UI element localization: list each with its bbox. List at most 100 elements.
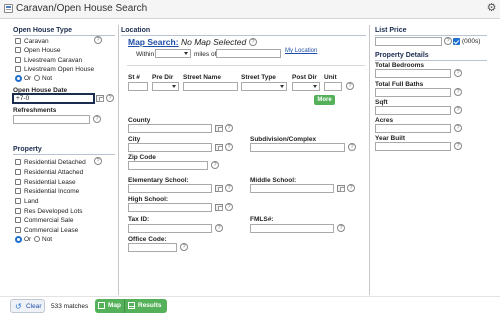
checkbox-residential-lease[interactable] xyxy=(15,179,21,185)
total-bedrooms-input[interactable] xyxy=(375,69,451,78)
street-name-input[interactable] xyxy=(183,82,238,91)
checkbox-open-house[interactable] xyxy=(15,47,21,53)
tax-id-input[interactable] xyxy=(128,224,212,233)
option-label: Residential Income xyxy=(24,188,80,195)
radio-not[interactable] xyxy=(34,75,40,81)
radio-or[interactable] xyxy=(15,236,22,243)
miles-of-input[interactable] xyxy=(216,49,281,58)
help-icon[interactable]: ? xyxy=(94,36,102,44)
within-label: Within xyxy=(136,51,155,58)
match-count: 533 matches xyxy=(51,303,89,310)
search-app-icon xyxy=(4,4,13,13)
unit-input[interactable] xyxy=(324,82,342,91)
list-picker-icon[interactable] xyxy=(337,185,345,192)
my-location-link[interactable]: My Location xyxy=(285,48,317,54)
office-code-input[interactable] xyxy=(128,243,177,252)
help-icon[interactable]: ? xyxy=(454,142,462,150)
help-icon[interactable]: ? xyxy=(454,124,462,132)
map-search-link[interactable]: Map Search: xyxy=(128,37,179,47)
checkbox-livestream-open-house[interactable] xyxy=(15,66,21,72)
open-house-date-input[interactable]: +7-0 xyxy=(12,93,95,104)
results-button-label: Results xyxy=(138,302,162,309)
map-button[interactable]: Map xyxy=(95,299,124,313)
checkbox-commercial-sale[interactable] xyxy=(15,217,21,223)
high-school-input[interactable] xyxy=(128,203,212,212)
col-st-number: St # xyxy=(128,74,140,81)
checkbox-caravan[interactable] xyxy=(15,38,21,44)
refreshments-input[interactable] xyxy=(13,115,90,124)
help-icon[interactable]: ? xyxy=(249,38,257,46)
checkbox-residential-income[interactable] xyxy=(15,188,21,194)
property-header: Property xyxy=(13,146,42,153)
map-icon xyxy=(98,302,105,309)
help-icon[interactable]: ? xyxy=(225,184,233,192)
help-icon[interactable]: ? xyxy=(347,184,355,192)
help-icon[interactable]: ? xyxy=(348,143,356,151)
county-input[interactable] xyxy=(128,124,212,133)
help-icon[interactable]: ? xyxy=(454,69,462,77)
radio-not-label: Not xyxy=(42,75,53,82)
total-bedrooms-label: Total Bedrooms xyxy=(375,62,424,69)
help-icon[interactable]: ? xyxy=(211,161,219,169)
help-icon[interactable]: ? xyxy=(346,82,354,90)
radio-or-label: Or xyxy=(24,75,32,82)
help-icon[interactable]: ? xyxy=(337,224,345,232)
checkbox-residential-detached[interactable] xyxy=(15,159,21,165)
middle-school-input[interactable] xyxy=(250,184,334,193)
miles-of-label: miles of xyxy=(194,51,217,58)
checkbox-commercial-lease[interactable] xyxy=(15,227,21,233)
list-price-header: List Price xyxy=(375,27,407,34)
open-house-type-header: Open House Type xyxy=(13,27,72,34)
list-picker-icon[interactable] xyxy=(215,204,223,211)
help-icon[interactable]: ? xyxy=(93,115,101,123)
sqft-input[interactable] xyxy=(375,106,451,115)
street-number-input[interactable] xyxy=(128,82,148,91)
help-icon[interactable]: ? xyxy=(225,143,233,151)
results-button[interactable]: Results xyxy=(124,299,167,313)
help-icon[interactable]: ? xyxy=(180,243,188,251)
street-type-select[interactable] xyxy=(241,82,287,91)
checkbox-000s[interactable] xyxy=(453,38,460,45)
help-icon[interactable]: ? xyxy=(225,124,233,132)
option-label: Commercial Lease xyxy=(24,227,79,234)
more-button[interactable]: More xyxy=(314,95,335,105)
help-icon[interactable]: ? xyxy=(215,224,223,232)
fmls-input[interactable] xyxy=(250,224,334,233)
post-dir-select[interactable] xyxy=(292,82,320,91)
calendar-icon[interactable] xyxy=(96,95,104,102)
help-icon[interactable]: ? xyxy=(454,106,462,114)
acres-input[interactable] xyxy=(375,124,451,133)
subdivision-input[interactable] xyxy=(250,143,345,152)
county-label: County xyxy=(128,117,151,124)
radio-not[interactable] xyxy=(34,236,40,242)
option-label: Livestream Open House xyxy=(24,66,95,73)
city-input[interactable] xyxy=(128,143,212,152)
gear-icon[interactable]: ⚙ xyxy=(486,3,497,14)
refreshments-label: Refreshments xyxy=(13,107,57,114)
help-icon[interactable]: ? xyxy=(94,157,102,165)
list-picker-icon[interactable] xyxy=(215,125,223,132)
list-picker-icon[interactable] xyxy=(215,185,223,192)
radio-or-label: Or xyxy=(24,236,32,243)
help-icon[interactable]: ? xyxy=(106,94,114,102)
map-status: No Map Selected xyxy=(181,37,247,47)
clear-button[interactable]: ↺ Clear xyxy=(10,299,45,313)
help-icon[interactable]: ? xyxy=(454,88,462,96)
within-select[interactable] xyxy=(155,49,191,58)
tax-id-label: Tax ID: xyxy=(128,216,150,223)
checkbox-residential-attached[interactable] xyxy=(15,169,21,175)
help-icon[interactable]: ? xyxy=(444,37,452,45)
total-full-baths-input[interactable] xyxy=(375,88,451,97)
checkbox-res-developed-lots[interactable] xyxy=(15,208,21,214)
list-picker-icon[interactable] xyxy=(215,144,223,151)
year-built-input[interactable] xyxy=(375,142,451,151)
help-icon[interactable]: ? xyxy=(225,203,233,211)
pre-dir-select[interactable] xyxy=(152,82,179,91)
radio-or[interactable] xyxy=(15,75,22,82)
checkbox-land[interactable] xyxy=(15,198,21,204)
checkbox-livestream-caravan[interactable] xyxy=(15,57,21,63)
zip-code-input[interactable] xyxy=(128,161,208,170)
elementary-school-input[interactable] xyxy=(128,184,212,193)
list-price-input[interactable] xyxy=(375,37,442,46)
clear-label: Clear xyxy=(26,303,42,310)
